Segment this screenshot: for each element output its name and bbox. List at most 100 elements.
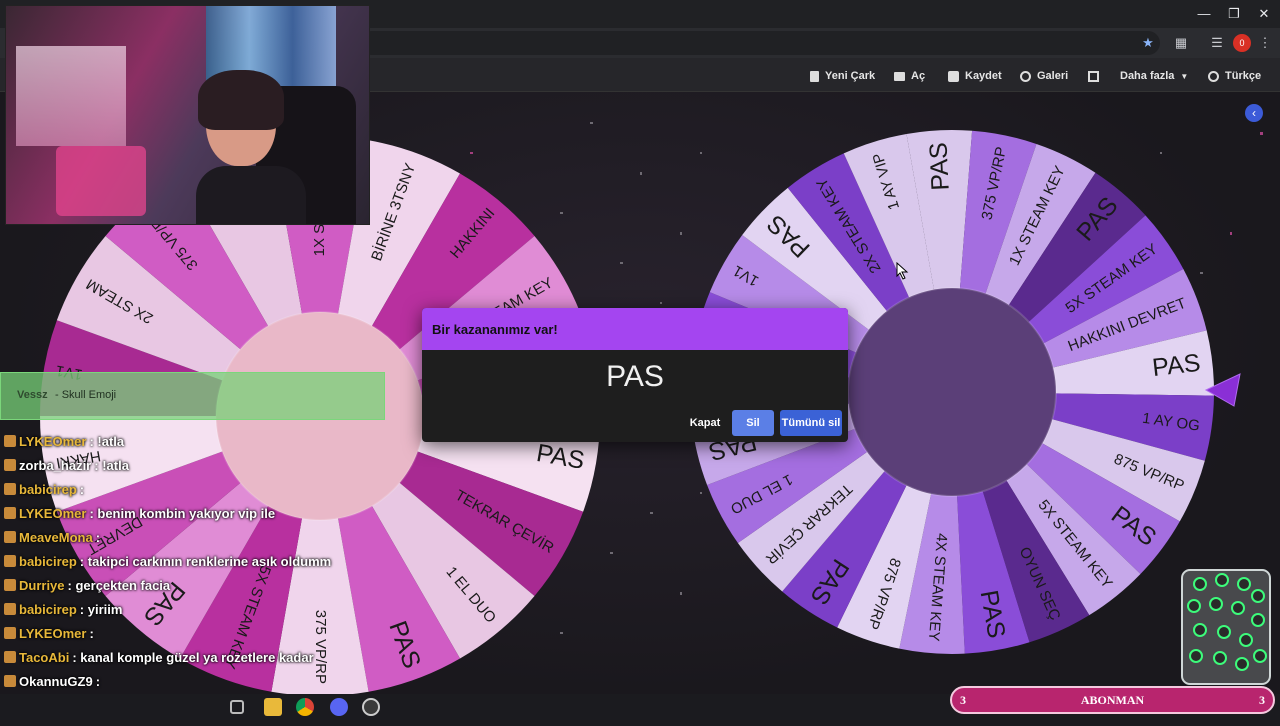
fullscreen-icon [1088, 70, 1099, 82]
save-icon [948, 70, 959, 82]
chat-text: : benim kombin yakıyor vip ile [89, 505, 276, 521]
wheel-pointer [1204, 373, 1241, 407]
chat-text: : kanal komple güzel ya rozetlere kadar [72, 649, 314, 665]
chat-message: LYKEOmer: [4, 622, 94, 644]
globe-icon [1208, 70, 1219, 82]
winner-dialog: Bir kazananımız var! PAS Kapat Sil Tümün… [422, 308, 848, 442]
language-button[interactable]: Türkçe [1208, 67, 1261, 85]
wheel-segment-label: PAS [1151, 349, 1202, 382]
chat-badge-icon [4, 483, 16, 495]
new-wheel-label: Yeni Çark [825, 70, 876, 82]
chat-username[interactable]: TacoAbi [19, 650, 69, 665]
chat-username[interactable]: Durriye [19, 578, 65, 593]
chat-username[interactable]: babicirep [19, 602, 77, 617]
winner-result: PAS [606, 360, 664, 393]
more-label: Daha fazla [1120, 70, 1175, 82]
chat-message: babicirep: [4, 478, 84, 500]
media-icon[interactable]: ☰ [1208, 34, 1226, 52]
chat-message: Durriye: gerçekten facia [4, 574, 170, 596]
search-icon [1020, 70, 1031, 82]
chat-text: : !atla [94, 457, 129, 473]
chat-username[interactable]: OkannuGZ9 [19, 674, 93, 689]
close-button[interactable]: Kapat [684, 410, 726, 436]
subscriber-jar [1181, 569, 1271, 685]
chat-text: : [79, 481, 85, 497]
chat-message: MeaveMona: [4, 526, 100, 548]
close-icon[interactable]: ✕ [1249, 4, 1279, 24]
chat-username[interactable]: babicirep [19, 554, 77, 569]
dialog-body: PAS Kapat Sil Tümünü sil [422, 350, 848, 442]
chat-text: : [95, 529, 101, 545]
sub-right-count: 3 [1259, 693, 1265, 707]
chat-badge-icon [4, 627, 16, 639]
streamer-hair [198, 70, 284, 130]
chat-message: LYKEOmer: !atla [4, 430, 124, 452]
chat-message: zorba_hazir: !atla [4, 454, 129, 476]
save-label: Kaydet [965, 70, 1002, 82]
subscriber-goal-bar: 3 ABONMAN 3 [950, 686, 1275, 714]
chat-username[interactable]: MeaveMona [19, 530, 93, 545]
save-button[interactable]: Kaydet [948, 67, 1002, 85]
chat-text: : [89, 625, 94, 641]
obs-icon[interactable] [362, 698, 380, 716]
chevron-down-icon: ▼ [1180, 71, 1189, 81]
task-view-icon[interactable] [230, 700, 244, 714]
restore-icon[interactable]: ❐ [1219, 4, 1249, 24]
chat-badge-icon [4, 675, 16, 687]
chat-badge-icon [4, 435, 16, 447]
chat-badge-icon [4, 531, 16, 543]
wheel-center[interactable] [847, 287, 1057, 497]
chat-username[interactable]: LYKEOmer [19, 434, 86, 449]
chat-text: : !atla [89, 433, 125, 449]
sub-label: ABONMAN [1080, 693, 1145, 707]
chat-badge-icon [4, 507, 16, 519]
chat-badge-icon [4, 579, 16, 591]
remove-button[interactable]: Sil [732, 410, 774, 436]
browser-menu-icon[interactable]: ⋮ [1256, 34, 1274, 52]
pink-light [56, 146, 146, 216]
chat-username[interactable]: babicirep [19, 482, 77, 497]
chat-badge-icon [4, 651, 16, 663]
chat-badge-icon [4, 555, 16, 567]
new-wheel-button[interactable]: Yeni Çark [810, 67, 875, 85]
chat-badge-icon [4, 603, 16, 615]
chat-message: TacoAbi: kanal komple güzel ya rozetlere… [4, 646, 314, 668]
collapse-panel-button[interactable]: ‹ [1245, 104, 1263, 122]
chat-text: : gerçekten facia [67, 577, 171, 593]
chat-message: LYKEOmer: benim kombin yakıyor vip ile [4, 502, 275, 524]
chat-text: : takipci carkının renklerine asık oldum… [79, 553, 332, 569]
chrome-icon[interactable] [296, 698, 314, 716]
remove-all-button[interactable]: Tümünü sil [780, 410, 842, 436]
gallery-label: Galeri [1037, 70, 1069, 82]
open-label: Aç [911, 70, 926, 82]
discord-icon[interactable] [330, 698, 348, 716]
fullscreen-button[interactable] [1088, 67, 1099, 85]
room-shelves [16, 46, 126, 146]
chat-username[interactable]: zorba_hazir [19, 458, 91, 473]
chat-message: babicirep: yiriim [4, 598, 122, 620]
extensions-icon[interactable]: ▦ [1172, 34, 1190, 52]
wheel-segment-label: PAS [924, 142, 954, 191]
dialog-title: Bir kazananımız var! [422, 308, 848, 350]
chevron-left-icon: ‹ [1252, 106, 1256, 120]
chat-username[interactable]: LYKEOmer [19, 626, 86, 641]
minimize-icon[interactable]: — [1189, 4, 1219, 24]
omnibox[interactable] [360, 31, 1160, 55]
language-label: Türkçe [1225, 70, 1262, 82]
chat-badge-icon [4, 459, 16, 471]
folder-icon [894, 71, 905, 81]
chat-message: babicirep: takipci carkının renklerine a… [4, 550, 331, 572]
more-button[interactable]: Daha fazla ▼ [1120, 67, 1188, 85]
chat-username[interactable]: LYKEOmer [19, 506, 86, 521]
chat-message: OkannuGZ9: [4, 670, 100, 692]
star-icon[interactable]: ★ [1139, 34, 1157, 52]
file-explorer-icon[interactable] [264, 698, 282, 716]
notification-badge[interactable]: 0 [1233, 34, 1251, 52]
open-button[interactable]: Aç [894, 67, 925, 85]
file-icon [810, 70, 819, 82]
webcam-overlay [5, 5, 370, 225]
streamer-body [196, 166, 306, 224]
gallery-button[interactable]: Galeri [1020, 67, 1068, 85]
chat-text: : yiriim [79, 601, 123, 617]
chat-overlay: LYKEOmer: !atla zorba_hazir: !atla babicir… [0, 340, 400, 715]
